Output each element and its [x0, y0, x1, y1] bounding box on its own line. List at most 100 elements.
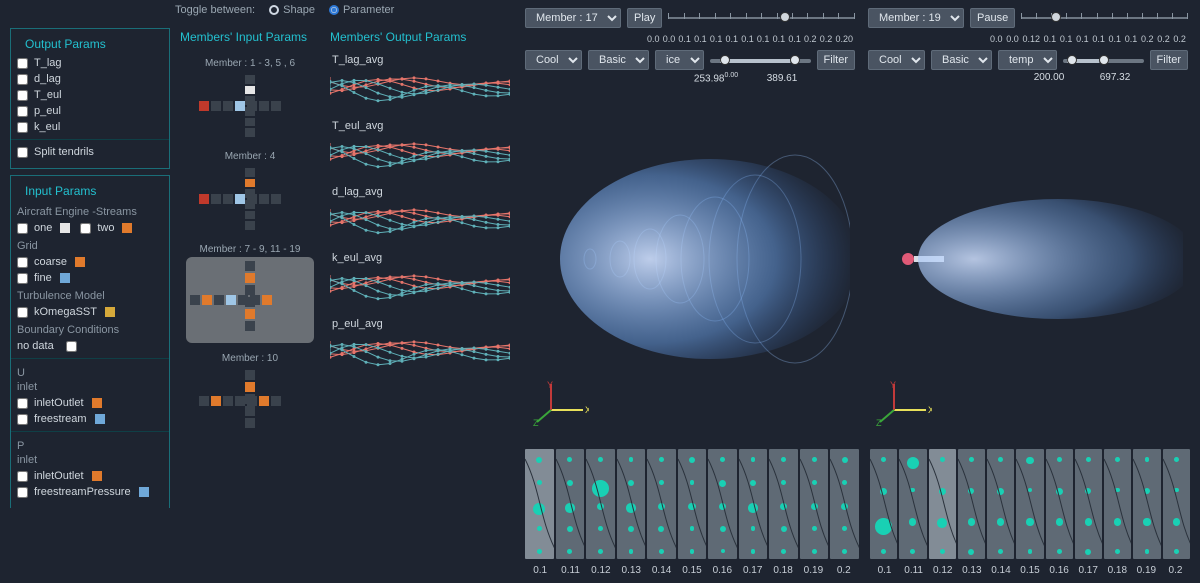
members-output-column: Members' Output Params T_lag_avg T_eul_av…	[330, 30, 520, 374]
chk-u-freestream[interactable]: freestream	[17, 411, 163, 427]
p-inlet-head: inlet	[17, 454, 163, 468]
time-slider-2[interactable]	[1021, 9, 1188, 27]
dot-column[interactable]	[556, 449, 585, 559]
dot-column[interactable]	[800, 449, 829, 559]
output-series-label: k_eul_avg	[332, 252, 520, 264]
dot-column[interactable]	[1163, 449, 1190, 559]
chk-u-inletoutlet[interactable]: inletOutlet	[17, 395, 163, 411]
chk-p-freestreampressure[interactable]: freestreamPressure	[17, 484, 163, 500]
dot-column[interactable]	[929, 449, 956, 559]
dot-column[interactable]	[708, 449, 737, 559]
chk-stream-one[interactable]: one	[17, 220, 70, 236]
chk-p-inletoutlet[interactable]: inletOutlet	[17, 468, 163, 484]
output-series-spark	[330, 332, 510, 374]
member-glyph-2[interactable]: Member : 7 - 9, 11 - 19	[180, 244, 320, 343]
chk-grid-coarse[interactable]: coarse	[17, 254, 163, 270]
range-low-2: 200.00	[1026, 72, 1072, 83]
section-p: P	[17, 436, 163, 454]
output-params-panel: Output Params T_lag d_lag T_eul p_eul k_…	[10, 28, 170, 169]
output-series-label: d_lag_avg	[332, 186, 520, 198]
field-select-1[interactable]: ice	[655, 50, 704, 70]
input-params-panel: Input Params Aircraft Engine -Streams on…	[10, 175, 170, 508]
colormap-select-2[interactable]: Cool	[868, 50, 925, 70]
view-toggle: Toggle between: Shape Parameter	[175, 4, 394, 16]
time-ticks-1: 0.00.00.10.10.10.10.10.10.10.10.20.20.20	[645, 34, 855, 44]
output-series-spark	[330, 134, 510, 176]
filter-button-1[interactable]: Filter	[817, 50, 855, 70]
dot-column[interactable]	[647, 449, 676, 559]
dot-column[interactable]	[617, 449, 646, 559]
dot-column[interactable]	[739, 449, 768, 559]
output-series-spark	[330, 200, 510, 242]
member-glyph-1[interactable]: Member : 4	[180, 151, 320, 234]
output-series-label: T_lag_avg	[332, 54, 520, 66]
chk-t-eul[interactable]: T_eul	[17, 87, 163, 103]
member-select-1[interactable]: Member : 17	[525, 8, 621, 28]
members-output-title: Members' Output Params	[330, 30, 520, 44]
plume-canvas-2[interactable]: X Y Z	[868, 89, 1188, 428]
axis-gizmo-1: X Y Z	[533, 380, 589, 426]
grid-head: Grid	[17, 236, 163, 254]
plume-canvas-1[interactable]: X Y Z	[525, 90, 855, 428]
streams-head: Aircraft Engine -Streams	[17, 202, 163, 220]
time-ticks-2: 0.00.00.120.10.10.10.10.10.10.20.20.2	[988, 34, 1188, 44]
sidebar: Output Params T_lag d_lag T_eul p_eul k_…	[10, 28, 170, 514]
bc-head: Boundary Conditions	[17, 320, 163, 338]
dot-column[interactable]	[678, 449, 707, 559]
chk-stream-two[interactable]: two	[80, 220, 132, 236]
member-glyph-0[interactable]: Member : 1 - 3, 5 , 6	[180, 58, 320, 141]
dot-column[interactable]	[1046, 449, 1073, 559]
output-series-label: T_eul_avg	[332, 120, 520, 132]
dot-column[interactable]	[1133, 449, 1160, 559]
field-select-2[interactable]: temp	[998, 50, 1057, 70]
chk-p-eul[interactable]: p_eul	[17, 103, 163, 119]
members-input-title: Members' Input Params	[180, 30, 320, 44]
dot-plot-1[interactable]: 0.10.110.120.130.140.150.160.170.180.190…	[525, 449, 859, 583]
play-button-1[interactable]: Play	[627, 8, 662, 28]
chk-t-lag[interactable]: T_lag	[17, 55, 163, 71]
chk-grid-fine[interactable]: fine	[17, 270, 163, 286]
chk-split-tendrils[interactable]: Split tendrils	[17, 144, 163, 160]
dot-column[interactable]	[1016, 449, 1043, 559]
output-series-spark	[330, 68, 510, 110]
toggle-shape[interactable]: Shape	[269, 4, 315, 16]
svg-text:Y: Y	[547, 380, 553, 390]
member-glyph-3[interactable]: Member : 10	[180, 353, 320, 436]
dot-plot-2[interactable]: 0.10.110.120.130.140.150.160.170.180.190…	[870, 449, 1190, 583]
render-select-1[interactable]: Basic	[588, 50, 649, 70]
render-select-2[interactable]: Basic	[931, 50, 992, 70]
member-select-2[interactable]: Member : 19	[868, 8, 964, 28]
svg-text:X: X	[585, 405, 589, 415]
dot-column[interactable]	[1075, 449, 1102, 559]
dot-column[interactable]	[987, 449, 1014, 559]
output-params-title: Output Params	[17, 33, 163, 55]
chk-d-lag[interactable]: d_lag	[17, 71, 163, 87]
range-low-1: 253.980.00	[693, 72, 739, 84]
chk-k-eul[interactable]: k_eul	[17, 119, 163, 135]
dot-column[interactable]	[769, 449, 798, 559]
dot-column[interactable]	[1104, 449, 1131, 559]
range-slider-2[interactable]	[1063, 51, 1144, 69]
time-slider-1[interactable]	[668, 9, 855, 27]
dot-column[interactable]	[958, 449, 985, 559]
axis-gizmo-2: X Y Z	[876, 380, 932, 426]
range-high-2: 697.32	[1092, 72, 1138, 83]
dot-column[interactable]	[586, 449, 615, 559]
dot-column[interactable]	[899, 449, 926, 559]
range-high-1: 389.61	[759, 73, 805, 84]
play-button-2[interactable]: Pause	[970, 8, 1015, 28]
u-inlet-head: inlet	[17, 381, 163, 395]
chk-bc-nodata[interactable]: no data	[17, 338, 163, 354]
filter-button-2[interactable]: Filter	[1150, 50, 1188, 70]
toggle-parameter[interactable]: Parameter	[329, 4, 394, 16]
range-slider-1[interactable]	[710, 51, 811, 69]
vis-pane-2: Member : 19 Pause 0.00.00.120.10.10.10.1…	[868, 8, 1188, 428]
dot-column[interactable]	[525, 449, 554, 559]
svg-text:Y: Y	[890, 380, 896, 390]
colormap-select-1[interactable]: Cool	[525, 50, 582, 70]
dot-column[interactable]	[870, 449, 897, 559]
dot-column[interactable]	[830, 449, 859, 559]
svg-text:Z: Z	[876, 418, 882, 426]
turb-head: Turbulence Model	[17, 286, 163, 304]
chk-komega[interactable]: kOmegaSST	[17, 304, 163, 320]
